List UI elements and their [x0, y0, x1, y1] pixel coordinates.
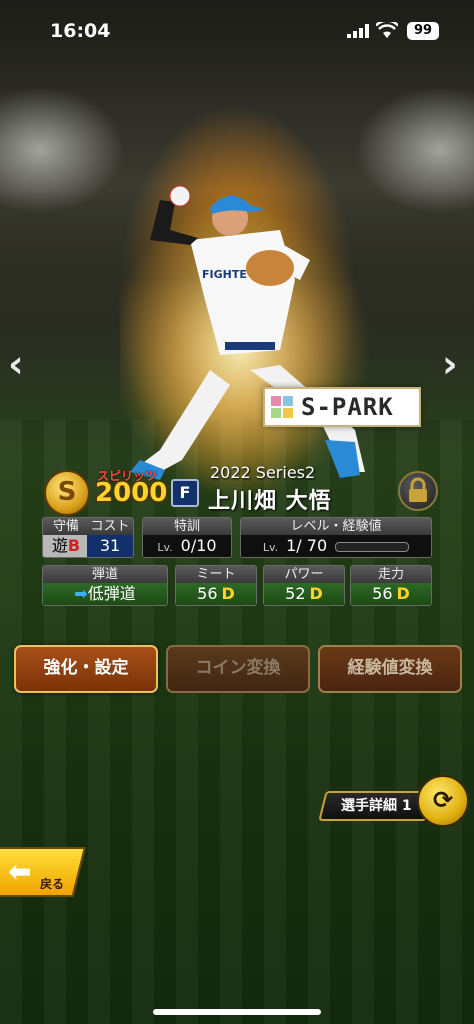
s-park-mark-icon: [271, 396, 293, 418]
coin-convert-button[interactable]: コイン変換: [166, 645, 310, 693]
home-indicator: [153, 1009, 321, 1015]
cost-value: 31: [99, 536, 121, 555]
s-park-text: S-PARK: [301, 393, 394, 421]
next-card-arrow-icon[interactable]: ›: [442, 344, 458, 384]
lock-icon[interactable]: [398, 471, 438, 511]
level-lv-label: Lv.: [262, 541, 279, 554]
power-stat: パワー 52 D: [263, 565, 345, 606]
switch-cycle-icon[interactable]: ⟳: [417, 775, 469, 827]
back-label: 戻る: [40, 877, 65, 891]
arrow-right-icon: ➡: [74, 584, 88, 603]
status-bar: 16:04 99: [0, 0, 474, 60]
lock-glyph-icon: [409, 477, 427, 502]
strengthen-button[interactable]: 強化・設定: [14, 645, 158, 693]
card-series: 2022 Series2: [210, 463, 316, 482]
cost-label: コスト: [90, 519, 130, 534]
svg-text:FIGHTE: FIGHTE: [202, 268, 247, 281]
level-value: 1/ 70: [286, 536, 328, 555]
exp-bar: [335, 541, 410, 552]
power-value: 52: [285, 584, 306, 603]
level-stat: レベル・経験値 Lv. 1/ 70: [240, 517, 432, 558]
training-value: 0/10: [180, 536, 217, 555]
position-stat: 守備 コスト 遊B 31: [42, 517, 134, 558]
speed-label: 走力: [351, 566, 431, 583]
speed-value: 56: [372, 584, 393, 603]
meet-value: 56: [197, 584, 218, 603]
previous-card-arrow-icon[interactable]: ‹: [8, 344, 24, 384]
player-illustration: FIGHTE: [120, 185, 370, 500]
meet-label: ミート: [176, 566, 256, 583]
training-label: 特訓: [143, 518, 231, 535]
wifi-icon: [376, 22, 398, 38]
s-park-logo: S-PARK: [263, 387, 421, 427]
level-label: レベル・経験値: [241, 518, 431, 535]
speed-grade: D: [396, 584, 410, 603]
player-name: 上川畑 大悟: [208, 489, 332, 514]
exp-convert-button[interactable]: 経験値変換: [318, 645, 462, 693]
meet-stat: ミート 56 D: [175, 565, 257, 606]
trajectory-stat: 弾道 ➡低弾道: [42, 565, 168, 606]
power-label: パワー: [264, 566, 344, 583]
trajectory-value: 低弾道: [87, 584, 136, 603]
speed-stat: 走力 56 D: [350, 565, 432, 606]
position-label: 守備: [52, 519, 79, 534]
training-lv-label: Lv.: [157, 541, 173, 554]
spirits-coin-icon: S: [44, 470, 90, 516]
battery-icon: 99: [407, 22, 439, 40]
position-value: 遊: [51, 536, 68, 555]
spirits-value: 2000: [95, 478, 168, 508]
meet-grade: D: [221, 584, 235, 603]
training-stat: 特訓 Lv. 0/10: [142, 517, 232, 558]
cellular-signal-icon: [347, 24, 369, 38]
power-grade: D: [309, 584, 323, 603]
position-grade: B: [67, 536, 81, 555]
status-time: 16:04: [50, 20, 111, 42]
player-detail-label: 選手詳細 1: [340, 798, 412, 814]
trajectory-label: 弾道: [43, 566, 167, 583]
team-logo-icon: F: [171, 479, 199, 507]
